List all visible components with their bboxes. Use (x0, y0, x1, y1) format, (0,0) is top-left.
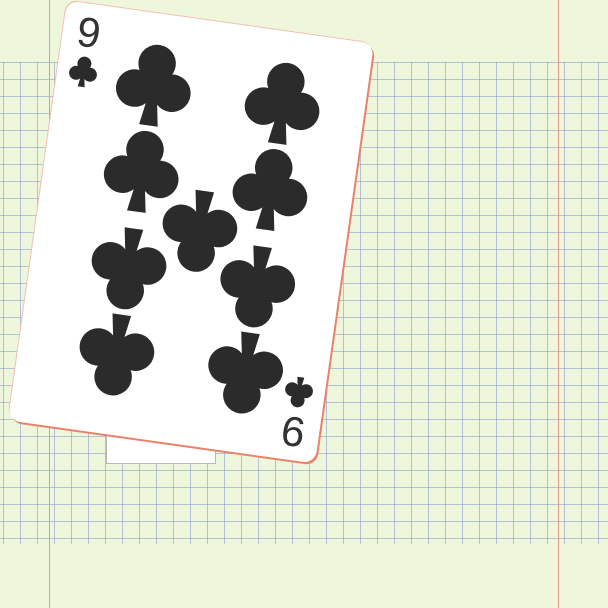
playing-card-nine-of-clubs: 9 9 (8, 0, 374, 464)
club-icon (115, 44, 191, 127)
top-left-corner-index: 9 (63, 7, 109, 90)
club-icon (244, 62, 320, 145)
club-icon (285, 376, 313, 408)
club-icon (79, 313, 155, 396)
card-rank-bottom: 9 (278, 406, 309, 457)
club-icon (69, 56, 97, 88)
right-margin-line (558, 0, 559, 608)
card-rank-top: 9 (73, 7, 104, 58)
club-icon (220, 245, 296, 328)
club-icon (208, 331, 283, 414)
club-icon (91, 227, 167, 310)
